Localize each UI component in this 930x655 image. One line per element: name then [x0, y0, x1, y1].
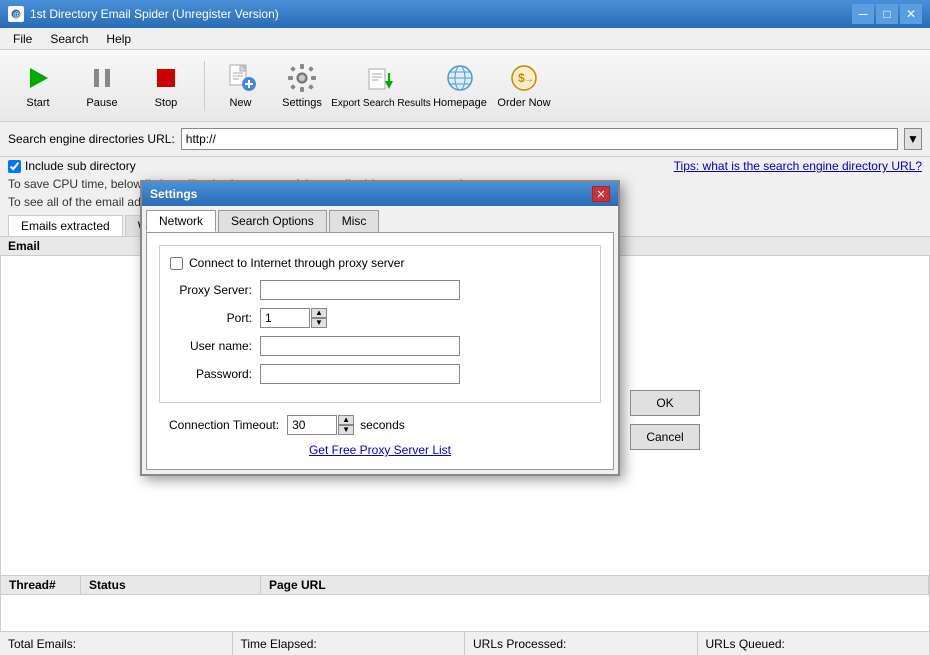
start-button[interactable]: Start	[8, 56, 68, 116]
thread-col-status: Status	[81, 576, 261, 594]
export-label: Export Search Results	[331, 98, 431, 109]
window-title: 1st Directory Email Spider (Unregister V…	[30, 7, 852, 21]
url-bar: Search engine directories URL: ▼	[0, 122, 930, 157]
seconds-label: seconds	[360, 418, 405, 432]
cancel-button[interactable]: Cancel	[630, 424, 700, 450]
tips-bar: Include sub directory Tips: what is the …	[0, 157, 930, 175]
url-label: Search engine directories URL:	[8, 132, 175, 146]
timeout-spin-down[interactable]: ▼	[338, 425, 354, 435]
menu-file[interactable]: File	[4, 29, 41, 49]
timeout-label: Connection Timeout:	[169, 418, 279, 432]
new-button[interactable]: New	[213, 56, 268, 116]
url-dropdown-button[interactable]: ▼	[904, 128, 922, 150]
dialog-tab-bar: Network Search Options Misc	[142, 206, 618, 232]
include-subdirectory-checkbox[interactable]	[8, 160, 21, 173]
dialog-tab-search-options[interactable]: Search Options	[218, 210, 327, 232]
dialog-title: Settings	[150, 187, 197, 201]
username-label: User name:	[170, 339, 260, 353]
toolbar-separator-1	[204, 61, 205, 111]
proxy-label: Connect to Internet through proxy server	[189, 256, 404, 270]
settings-button[interactable]: Settings	[272, 56, 332, 116]
username-input[interactable]	[260, 336, 460, 356]
status-bar: Total Emails: Time Elapsed: URLs Process…	[0, 631, 930, 655]
start-icon	[22, 62, 54, 94]
dialog-tab-misc[interactable]: Misc	[329, 210, 380, 232]
settings-dialog: Settings ✕ Network Search Options Misc C…	[140, 180, 620, 476]
tips-link[interactable]: Tips: what is the search engine director…	[674, 159, 922, 173]
proxy-server-row: Proxy Server:	[170, 280, 590, 300]
proxy-header: Connect to Internet through proxy server	[170, 256, 590, 270]
homepage-icon	[444, 62, 476, 94]
port-input[interactable]	[260, 308, 310, 328]
export-icon	[365, 63, 397, 95]
proxy-server-label: Proxy Server:	[170, 283, 260, 297]
close-button[interactable]: ✕	[900, 4, 922, 24]
tab-emails-extracted[interactable]: Emails extracted	[8, 215, 123, 236]
settings-icon	[286, 62, 318, 94]
pause-label: Pause	[86, 97, 117, 109]
timeout-input[interactable]	[287, 415, 337, 435]
pause-icon	[86, 62, 118, 94]
toolbar: Start Pause Stop	[0, 50, 930, 122]
status-urls-processed: URLs Processed:	[465, 632, 698, 655]
new-label: New	[229, 97, 251, 109]
status-total-emails: Total Emails:	[0, 632, 233, 655]
maximize-button[interactable]: □	[876, 4, 898, 24]
thread-col-thread: Thread#	[1, 576, 81, 594]
menu-bar: File Search Help	[0, 28, 930, 50]
username-row: User name:	[170, 336, 590, 356]
free-proxy-link[interactable]: Get Free Proxy Server List	[159, 443, 601, 457]
timeout-spinner[interactable]: ▲ ▼	[338, 415, 354, 435]
dialog-close-button[interactable]: ✕	[592, 186, 610, 202]
password-input[interactable]	[260, 364, 460, 384]
dialog-tab-network[interactable]: Network	[146, 210, 216, 232]
port-row: Port: ▲ ▼	[170, 308, 590, 328]
dialog-content-area: Connect to Internet through proxy server…	[146, 232, 614, 470]
timeout-spin-up[interactable]: ▲	[338, 415, 354, 425]
proxy-group: Connect to Internet through proxy server…	[159, 245, 601, 403]
menu-search[interactable]: Search	[41, 29, 97, 49]
port-spinner[interactable]: ▲ ▼	[311, 308, 327, 328]
homepage-button[interactable]: Homepage	[430, 56, 490, 116]
export-button[interactable]: Export Search Results	[336, 56, 426, 116]
thread-col-url: Page URL	[261, 576, 929, 594]
dialog-title-bar: Settings ✕	[142, 182, 618, 206]
url-input[interactable]	[181, 128, 898, 150]
stop-label: Stop	[155, 97, 178, 109]
pause-button[interactable]: Pause	[72, 56, 132, 116]
homepage-label: Homepage	[433, 97, 487, 109]
proxy-server-input[interactable]	[260, 280, 460, 300]
proxy-checkbox[interactable]	[170, 257, 183, 270]
thread-header-row: Thread# Status Page URL	[1, 576, 929, 595]
start-label: Start	[26, 97, 49, 109]
minimize-button[interactable]: ─	[852, 4, 874, 24]
ok-button[interactable]: OK	[630, 390, 700, 416]
order-now-icon: $ →	[508, 62, 540, 94]
stop-icon	[150, 62, 182, 94]
order-now-label: Order Now	[497, 97, 550, 109]
include-subdirectory-row: Include sub directory	[8, 159, 136, 173]
timeout-row: Connection Timeout: ▲ ▼ seconds	[159, 415, 601, 435]
password-row: Password:	[170, 364, 590, 384]
app-icon: @	[8, 6, 24, 22]
email-column-header: Email	[8, 239, 40, 253]
password-label: Password:	[170, 367, 260, 381]
stop-button[interactable]: Stop	[136, 56, 196, 116]
svg-text:→: →	[524, 74, 534, 85]
include-subdirectory-label: Include sub directory	[25, 159, 136, 173]
window-controls: ─ □ ✕	[852, 4, 922, 24]
status-urls-queued: URLs Queued:	[698, 632, 930, 655]
menu-help[interactable]: Help	[97, 29, 140, 49]
settings-label: Settings	[282, 97, 322, 109]
port-spin-down[interactable]: ▼	[311, 318, 327, 328]
order-now-button[interactable]: $ → Order Now	[494, 56, 554, 116]
port-spin-up[interactable]: ▲	[311, 308, 327, 318]
port-label: Port:	[170, 311, 260, 325]
title-bar: @ 1st Directory Email Spider (Unregister…	[0, 0, 930, 28]
status-time-elapsed: Time Elapsed:	[233, 632, 466, 655]
new-icon	[225, 62, 257, 94]
svg-text:@: @	[13, 12, 20, 19]
